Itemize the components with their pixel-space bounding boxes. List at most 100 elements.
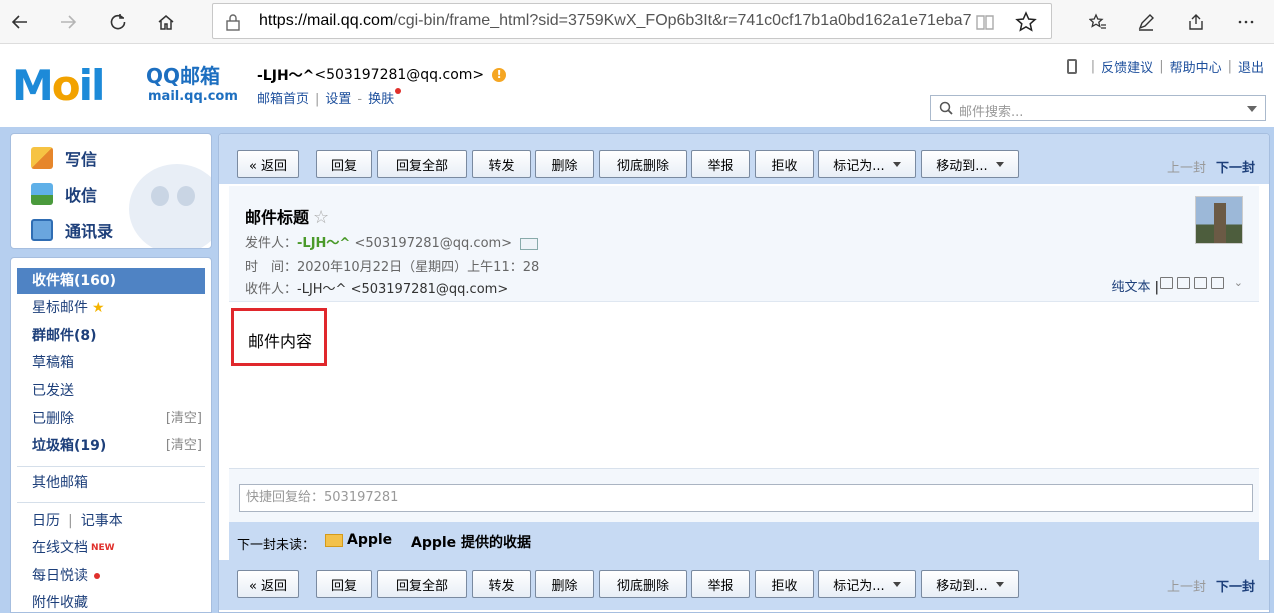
skin-link[interactable]: 换肤: [368, 92, 394, 107]
prev-mail-link[interactable]: 上一封: [1167, 161, 1206, 176]
daily-reading-link[interactable]: 每日悦读: [17, 563, 205, 589]
warning-icon[interactable]: !: [492, 68, 507, 82]
delete-permanently-button[interactable]: 彻底删除: [599, 570, 687, 598]
report-label: 举报: [707, 158, 734, 174]
folder-sent[interactable]: 已发送: [17, 378, 205, 404]
contacts-icon: [31, 219, 53, 241]
next-mail-link[interactable]: 下一封: [1216, 580, 1255, 595]
contact-card-icon[interactable]: [520, 237, 539, 250]
back-button[interactable]: « 返回: [237, 570, 299, 598]
logout-link[interactable]: 退出: [1238, 57, 1264, 76]
prev-mail-link[interactable]: 上一封: [1167, 580, 1206, 595]
forward-button[interactable]: 转发: [472, 570, 531, 598]
mail-search-input[interactable]: 邮件搜索...: [930, 95, 1266, 121]
reply-all-label: 回复全部: [395, 158, 448, 174]
notes-link[interactable]: 记事本: [81, 513, 123, 529]
folder-deleted[interactable]: 已删除 [清空]: [17, 406, 205, 432]
feedback-link[interactable]: 反馈建议: [1101, 57, 1153, 76]
folder-group[interactable]: 群邮件(8): [17, 323, 205, 349]
time-row: 时 间：2020年10月22日（星期四）上午11：28: [245, 256, 539, 275]
delete-button[interactable]: 删除: [535, 150, 594, 178]
attachments-link[interactable]: 附件收藏: [17, 590, 205, 612]
more-icon[interactable]: [1230, 6, 1262, 38]
reply-button[interactable]: 回复: [316, 570, 372, 598]
next-unread-from[interactable]: Apple: [347, 532, 392, 548]
pen-icon[interactable]: [1130, 6, 1162, 38]
back-button[interactable]: « 返回: [237, 150, 299, 178]
download-icon[interactable]: [1193, 276, 1207, 289]
chevron-down-icon[interactable]: ⌄: [1234, 276, 1243, 289]
folder-spam[interactable]: 垃圾箱(19) [清空]: [17, 433, 205, 459]
settings-link[interactable]: 设置: [325, 92, 351, 107]
print-icon[interactable]: [1210, 276, 1224, 289]
mark-as-label: 标记为...: [833, 578, 885, 594]
quick-reply-input[interactable]: 快捷回复给：503197281: [239, 484, 1253, 512]
write-label: 写信: [65, 150, 98, 169]
mailbox-home-link[interactable]: 邮箱首页: [257, 92, 309, 107]
contacts-button[interactable]: 通讯录: [31, 217, 113, 243]
move-to-dropdown[interactable]: 移动到...: [921, 150, 1019, 178]
notification-dot: [94, 573, 100, 579]
next-unread-subject[interactable]: Apple 提供的收据: [411, 532, 531, 552]
calendar-link[interactable]: 日历: [32, 513, 60, 529]
forward-arrow-icon[interactable]: [52, 6, 84, 38]
reply-all-label: 回复全部: [395, 578, 448, 594]
attachments-label: 附件收藏: [32, 595, 88, 611]
address-bar[interactable]: https://mail.qq.com/cgi-bin/frame_html?s…: [212, 3, 1052, 39]
docs-link[interactable]: 在线文档 NEW: [17, 535, 205, 561]
next-unread-bar: 下一封未读： Apple Apple 提供的收据: [229, 522, 1259, 560]
delete-button[interactable]: 删除: [535, 570, 594, 598]
reply-all-button[interactable]: 回复全部: [377, 150, 467, 178]
note-icon[interactable]: [1176, 276, 1190, 289]
folder-starred[interactable]: 星标邮件 ★: [17, 295, 205, 321]
report-button[interactable]: 举报: [691, 570, 750, 598]
folder-other[interactable]: 其他邮箱: [17, 470, 205, 496]
from-label: 发件人：: [245, 236, 298, 251]
clear-deleted-link[interactable]: [清空]: [166, 406, 202, 432]
star-outline-icon[interactable]: ☆: [313, 207, 329, 228]
move-to-dropdown[interactable]: 移动到...: [921, 570, 1019, 598]
favorite-star-icon[interactable]: [1015, 11, 1037, 33]
home-icon[interactable]: [150, 6, 182, 38]
mark-as-dropdown[interactable]: 标记为...: [818, 570, 916, 598]
write-mail-button[interactable]: 写信: [31, 145, 97, 171]
clear-spam-link[interactable]: [清空]: [166, 433, 202, 459]
pagoda-image: [1214, 203, 1226, 243]
qqmail-logo[interactable]: Moil QQ邮箱 mail.qq.com: [12, 63, 242, 113]
mail-tools: ⌄: [1159, 276, 1243, 289]
share-icon[interactable]: [1180, 6, 1212, 38]
chevron-down-icon[interactable]: [1247, 106, 1257, 112]
reading-view-icon[interactable]: [975, 12, 995, 32]
delete-permanently-button[interactable]: 彻底删除: [599, 150, 687, 178]
mark-as-dropdown[interactable]: 标记为...: [818, 150, 916, 178]
back-arrow-icon[interactable]: [4, 6, 36, 38]
refresh-icon[interactable]: [102, 6, 134, 38]
reject-button[interactable]: 拒收: [755, 150, 814, 178]
quick-reply-area: 快捷回复给：503197281: [229, 468, 1259, 522]
reply-label: 回复: [330, 158, 357, 174]
favorites-icon[interactable]: [1082, 6, 1114, 38]
folder-inbox[interactable]: 收件箱(160): [17, 268, 205, 294]
reply-button[interactable]: 回复: [316, 150, 372, 178]
forward-button[interactable]: 转发: [472, 150, 531, 178]
sender-avatar[interactable]: [1195, 196, 1243, 244]
quick-actions-panel: 写信 收信 通讯录: [10, 133, 212, 249]
folder-other-label: 其他邮箱: [32, 475, 88, 491]
help-center-link[interactable]: 帮助中心: [1170, 57, 1222, 76]
phone-icon[interactable]: [1066, 59, 1077, 74]
folder-drafts[interactable]: 草稿箱: [17, 350, 205, 376]
to-row: 收件人：-LJH～^ <503197281@qq.com>: [245, 278, 508, 297]
reply-all-button[interactable]: 回复全部: [377, 570, 467, 598]
next-mail-link[interactable]: 下一封: [1216, 161, 1255, 176]
receive-mail-button[interactable]: 收信: [31, 181, 97, 207]
reject-button[interactable]: 拒收: [755, 570, 814, 598]
new-window-icon[interactable]: [1159, 276, 1173, 289]
divider: [17, 466, 205, 467]
report-button[interactable]: 举报: [691, 150, 750, 178]
to-label: 收件人：: [245, 282, 298, 297]
from-nick[interactable]: -LJH～^: [297, 236, 350, 251]
reject-label: 拒收: [771, 158, 798, 174]
plain-text-link[interactable]: 纯文本 |: [1111, 276, 1159, 295]
new-badge: NEW: [91, 543, 115, 553]
plain-text-label: 纯文本: [1111, 280, 1151, 295]
